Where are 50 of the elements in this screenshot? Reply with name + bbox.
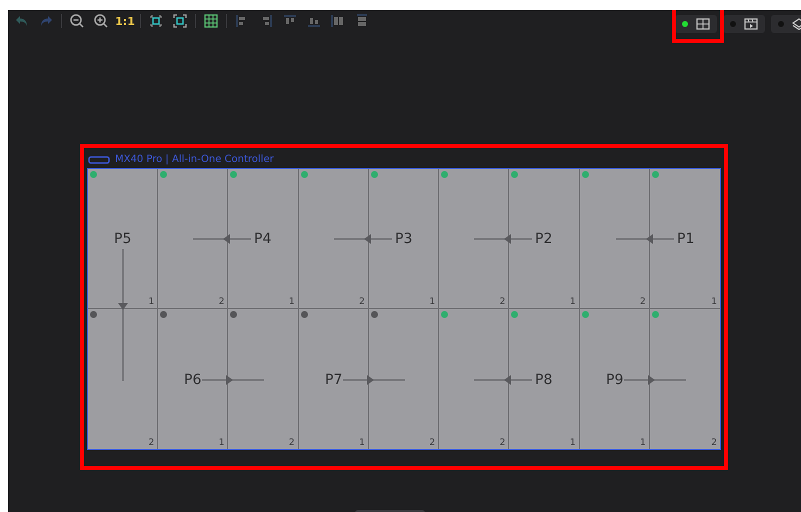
cabinet-tile[interactable]: 2 [88, 309, 158, 449]
port-label: P3 [395, 232, 412, 246]
port-label: P5 [114, 232, 132, 246]
cabinet-number: 2 [148, 438, 154, 448]
cabinet-number: 2 [429, 438, 436, 448]
port-arrow [202, 375, 264, 385]
cabinet-number: 1 [288, 297, 295, 307]
view-toggle[interactable] [771, 15, 801, 33]
cabinet-tile[interactable]: 2 [650, 309, 720, 449]
cabinet-number: 1 [429, 297, 436, 307]
port-label: P1 [677, 232, 694, 246]
port-label: P2 [535, 232, 552, 246]
port-arrow [474, 375, 532, 385]
cabinet-number: 1 [218, 438, 224, 448]
port-label: P6 [184, 373, 202, 387]
port-label: P9 [606, 373, 624, 387]
port-arrow [193, 234, 251, 244]
layout-icon [696, 18, 710, 30]
cabinet-number: 2 [288, 438, 295, 448]
port-arrow [334, 234, 392, 244]
device-icon [88, 156, 110, 164]
cabinet-tile[interactable]: 2 [580, 169, 650, 309]
cabinet-number: 1 [148, 297, 154, 307]
highlight-frame [672, 10, 724, 43]
cabinet-tile[interactable]: 2 [298, 169, 369, 309]
cabinet-number: 2 [500, 438, 506, 448]
cabinet-number: 2 [218, 297, 224, 307]
film-icon [744, 18, 758, 30]
cabinet-tile[interactable]: 2 [439, 169, 510, 309]
actual-size-button[interactable]: 1:1 [113, 10, 137, 32]
cabinet-number: 1 [570, 297, 576, 307]
cabinet-number: 2 [711, 438, 717, 448]
cabinet-number: 1 [359, 438, 365, 448]
port-arrow [624, 375, 686, 385]
port-arrow [616, 234, 674, 244]
view-toggle[interactable] [723, 15, 765, 33]
canvas-title: MX40 Pro | All-in-One Controller [115, 154, 274, 166]
cabinet-tile[interactable]: 2 [158, 169, 228, 309]
cabinet-number: 1 [711, 297, 717, 307]
view-toggle[interactable] [675, 15, 717, 33]
cabinet-number: 2 [359, 297, 365, 307]
port-label: P8 [535, 373, 552, 387]
port-label: P4 [254, 232, 272, 246]
cabinet-number: 1 [570, 438, 576, 448]
cabinet-number: 2 [640, 297, 646, 307]
cabinet-number: 2 [500, 297, 506, 307]
port-arrow [474, 234, 532, 244]
port-arrow [343, 375, 405, 385]
cabinet-number: 1 [640, 438, 646, 448]
port-label: P7 [325, 373, 342, 387]
